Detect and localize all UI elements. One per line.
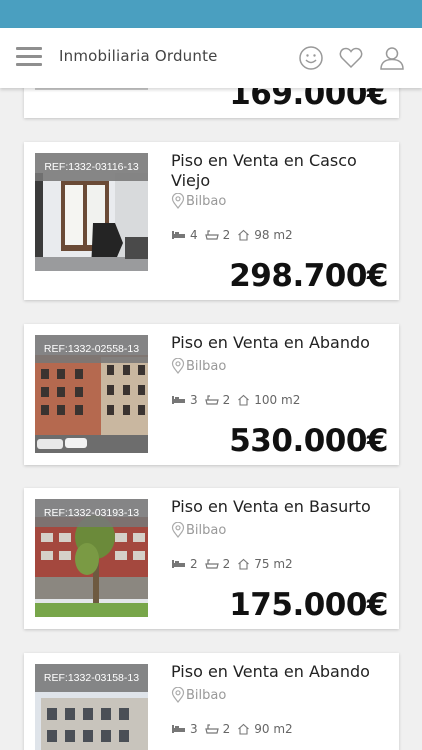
status-bar — [0, 0, 422, 28]
heart-icon[interactable] — [338, 45, 364, 71]
baths-feature: 2 — [204, 228, 231, 242]
menu-icon[interactable] — [16, 47, 42, 69]
smiley-icon[interactable] — [298, 45, 324, 71]
listing-location: Bilbao — [171, 687, 226, 703]
rooms-feature: 2 — [171, 557, 198, 571]
baths-count: 2 — [222, 228, 231, 242]
listing-card[interactable]: REF:1332-02558-13 Piso en Venta en Aband… — [24, 324, 399, 465]
baths-feature: 2 — [204, 722, 231, 736]
listing-title[interactable]: Piso en Venta en Casco Viejo — [171, 151, 391, 191]
user-icon[interactable] — [379, 45, 405, 71]
listing-card[interactable]: 169.000€ — [24, 88, 399, 118]
area-value: 75 m2 — [254, 557, 293, 571]
listing-title[interactable]: Piso en Venta en Basurto — [171, 497, 391, 517]
rooms-count: 2 — [190, 557, 198, 571]
bed-icon — [172, 231, 185, 239]
listing-features: 4 2 98 m2 — [171, 228, 300, 242]
listing-location: Bilbao — [171, 193, 226, 209]
house-icon — [238, 558, 250, 570]
listing-card[interactable]: REF:1332-03116-13 Piso en Venta en Casco… — [24, 142, 399, 300]
app-header: Inmobiliaria Ordunte — [0, 28, 422, 88]
listing-price: 298.700€ — [229, 258, 388, 294]
location-text: Bilbao — [186, 687, 227, 703]
listing-price: 169.000€ — [229, 88, 388, 112]
location-pin-icon — [171, 522, 185, 538]
listing-features: 3 2 100 m2 — [171, 393, 307, 407]
listing-title[interactable]: Piso en Venta en Abando — [171, 333, 391, 353]
listing-list[interactable]: 169.000€ REF:1332-03116-13 Piso en Venta… — [0, 88, 422, 750]
area-feature: 90 m2 — [237, 722, 293, 736]
listing-photo: REF:1332-03193-13 — [35, 499, 148, 617]
listing-photo: REF:1332-03116-13 — [35, 153, 148, 271]
house-icon — [238, 229, 250, 241]
listing-price: 175.000€ — [229, 587, 388, 623]
bed-icon — [172, 396, 185, 404]
rooms-count: 4 — [190, 228, 198, 242]
listing-card[interactable]: REF:1332-03193-13 Piso en Venta en Basur… — [24, 488, 399, 629]
location-text: Bilbao — [186, 193, 227, 209]
rooms-count: 3 — [190, 393, 198, 407]
area-value: 100 m2 — [254, 393, 301, 407]
listing-card[interactable]: REF:1332-03158-13 Piso en Venta en Aband… — [24, 653, 399, 750]
listing-features: 3 2 90 m2 — [171, 722, 300, 736]
bathtub-icon — [204, 724, 219, 734]
location-pin-icon — [171, 687, 185, 703]
baths-count: 2 — [222, 722, 231, 736]
listing-location: Bilbao — [171, 522, 226, 538]
bed-icon — [172, 560, 185, 568]
baths-count: 2 — [222, 557, 231, 571]
bathtub-icon — [204, 230, 219, 240]
reference-badge: REF:1332-03158-13 — [35, 664, 148, 692]
bed-icon — [172, 725, 185, 733]
rooms-feature: 3 — [171, 393, 198, 407]
reference-badge: REF:1332-02558-13 — [35, 335, 148, 363]
listing-photo — [35, 88, 148, 90]
location-pin-icon — [171, 358, 185, 374]
reference-badge: REF:1332-03193-13 — [35, 499, 148, 527]
location-text: Bilbao — [186, 358, 227, 374]
area-feature: 98 m2 — [237, 228, 293, 242]
bathtub-icon — [204, 559, 219, 569]
baths-feature: 2 — [204, 557, 231, 571]
house-icon — [238, 394, 250, 406]
listing-title[interactable]: Piso en Venta en Abando — [171, 662, 391, 682]
location-text: Bilbao — [186, 522, 227, 538]
reference-badge: REF:1332-03116-13 — [35, 153, 148, 181]
baths-feature: 2 — [204, 393, 231, 407]
listing-price: 530.000€ — [229, 423, 388, 459]
listing-photo: REF:1332-03158-13 — [35, 664, 148, 750]
listing-photo: REF:1332-02558-13 — [35, 335, 148, 453]
rooms-feature: 4 — [171, 228, 198, 242]
area-value: 98 m2 — [254, 228, 293, 242]
rooms-count: 3 — [190, 722, 198, 736]
baths-count: 2 — [222, 393, 231, 407]
rooms-feature: 3 — [171, 722, 198, 736]
listing-features: 2 2 75 m2 — [171, 557, 300, 571]
bathtub-icon — [204, 395, 219, 405]
app-title: Inmobiliaria Ordunte — [59, 47, 218, 65]
location-pin-icon — [171, 193, 185, 209]
house-icon — [238, 723, 250, 735]
area-feature: 75 m2 — [237, 557, 293, 571]
area-feature: 100 m2 — [237, 393, 300, 407]
listing-location: Bilbao — [171, 358, 226, 374]
area-value: 90 m2 — [254, 722, 293, 736]
